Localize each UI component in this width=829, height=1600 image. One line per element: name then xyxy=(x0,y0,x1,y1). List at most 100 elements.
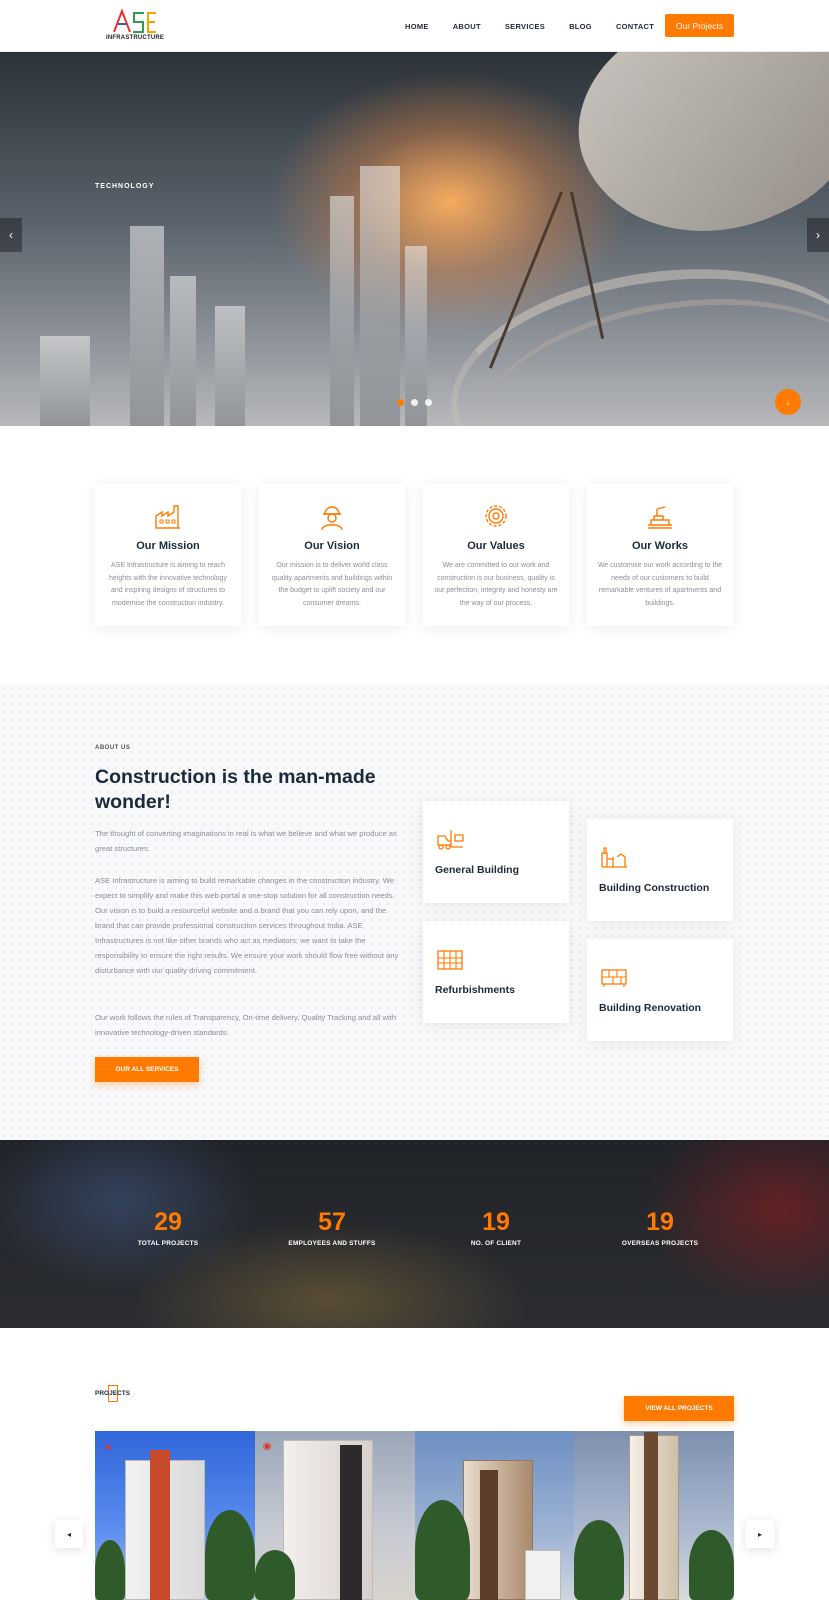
project-tree xyxy=(414,1500,470,1600)
card-title: Our Vision xyxy=(304,540,360,552)
arrow-down-icon: ↓ xyxy=(785,397,791,407)
card-title: Our Works xyxy=(631,540,689,552)
nav-about[interactable]: ABOUT xyxy=(453,22,481,31)
stat-label: NO. OF CLIENT xyxy=(470,1240,522,1247)
projects-next-button[interactable]: ▸ xyxy=(746,1520,774,1548)
project-building xyxy=(462,1460,533,1600)
service-card-building-construction[interactable]: Building Construction xyxy=(587,819,733,921)
stat-label: TOTAL PROJECTS xyxy=(137,1240,199,1247)
project-tree xyxy=(254,1550,295,1600)
site-logo[interactable]: INFRASTRUCTURE xyxy=(106,8,165,44)
service-card-building-renovation[interactable]: Building Renovation xyxy=(587,939,733,1041)
slider-prev-button[interactable]: ‹ xyxy=(0,218,22,252)
service-card-refurbishments[interactable]: Refurbishments xyxy=(423,921,569,1023)
scaffold-icon xyxy=(437,950,463,970)
stat-employees: 57 EMPLOYEES AND STUFFS xyxy=(259,1208,405,1247)
project-logo-icon: ◉ xyxy=(262,1441,272,1452)
stat-label: EMPLOYEES AND STUFFS xyxy=(288,1240,376,1247)
hero-building xyxy=(215,306,245,426)
project-tree xyxy=(95,1540,125,1600)
slider-dots xyxy=(397,399,432,406)
hero-building xyxy=(330,196,354,426)
card-title: Our Values xyxy=(467,540,525,552)
forklift-icon xyxy=(437,830,464,850)
stat-number: 19 xyxy=(646,1208,674,1236)
card-text: ASE Infrastructure is aiming to reach he… xyxy=(109,562,227,607)
stat-overseas: 19 OVERSEAS PROJECTS xyxy=(587,1208,733,1247)
slider-dot[interactable] xyxy=(397,399,404,406)
project-card[interactable] xyxy=(574,1431,734,1600)
about-label: ABOUT US xyxy=(95,745,131,751)
slider-dot[interactable] xyxy=(425,399,432,406)
card-text: Our mission is to deliver world class qu… xyxy=(271,562,393,607)
chevron-left-icon: ‹ xyxy=(9,228,13,242)
nav-contact[interactable]: CONTACT xyxy=(616,22,654,31)
our-projects-button[interactable]: Our Projects xyxy=(665,14,734,37)
view-all-projects-button[interactable]: VIEW ALL PROJECTS xyxy=(624,1396,734,1421)
caret-right-icon: ▸ xyxy=(757,1529,762,1539)
project-building xyxy=(524,1550,561,1600)
service-title: Refurbishments xyxy=(435,984,515,996)
crane-icon xyxy=(648,506,672,529)
projects-carousel: ▲ ◉ xyxy=(95,1431,734,1600)
project-tree xyxy=(574,1520,625,1600)
worker-icon xyxy=(321,506,343,531)
about-paragraph: Our work follows the rules of Transparen… xyxy=(95,1013,397,1037)
project-building-accent xyxy=(150,1450,170,1600)
project-card[interactable] xyxy=(414,1431,575,1600)
about-title: Construction is the man-made wonder! xyxy=(95,766,376,813)
logo-text: INFRASTRUCTURE xyxy=(106,35,165,41)
card-title: Our Mission xyxy=(136,540,200,552)
about-paragraph: ASE Infrastructure is aiming to build re… xyxy=(95,876,399,975)
card-text: We are committed to our work and constru… xyxy=(434,562,558,607)
card-text: We customise our work according to the n… xyxy=(597,562,723,607)
factory-icon xyxy=(155,505,180,529)
chevron-right-icon: › xyxy=(816,228,820,242)
slider-dot[interactable] xyxy=(411,399,418,406)
building-icon xyxy=(601,847,627,868)
stat-number: 29 xyxy=(154,1208,182,1236)
hero-slider: TECHNOLOGY ‹ › ↓ xyxy=(0,52,829,426)
logo-mark-icon xyxy=(113,8,156,33)
nav-home[interactable]: HOME xyxy=(405,22,429,31)
card-mission: Our Mission ASE Infrastructure is aiming… xyxy=(95,484,241,626)
stat-number: 19 xyxy=(482,1208,510,1236)
hero-building xyxy=(40,336,90,426)
values-cards: Our Mission ASE Infrastructure is aiming… xyxy=(95,484,733,626)
bricks-icon xyxy=(601,969,627,987)
project-building-accent xyxy=(479,1470,498,1600)
hero-label: TECHNOLOGY xyxy=(95,183,155,190)
service-card-general-building[interactable]: General Building xyxy=(423,801,569,903)
card-vision: Our Vision Our mission is to deliver wor… xyxy=(259,484,405,626)
slider-next-button[interactable]: › xyxy=(807,218,829,252)
projects-label: PROJECTS xyxy=(95,1390,131,1397)
stat-number: 57 xyxy=(318,1208,346,1236)
hero-building xyxy=(170,276,196,426)
about-paragraph: The thought of converting imaginations i… xyxy=(95,829,397,853)
project-card[interactable]: ◉ xyxy=(254,1431,415,1600)
project-building-accent xyxy=(339,1445,362,1600)
main-nav: HOME ABOUT SERVICES BLOG CONTACT xyxy=(405,0,678,52)
project-tree xyxy=(689,1530,734,1600)
project-logo-icon: ▲ xyxy=(103,1441,113,1452)
service-title: Building Construction xyxy=(599,882,710,894)
stat-label: OVERSEAS PROJECTS xyxy=(621,1240,699,1247)
hero-building xyxy=(360,166,400,426)
service-title: Building Renovation xyxy=(599,1002,702,1014)
project-tree xyxy=(205,1510,255,1600)
stat-total-projects: 29 TOTAL PROJECTS xyxy=(95,1208,241,1247)
nav-blog[interactable]: BLOG xyxy=(569,22,592,31)
site-header: INFRASTRUCTURE HOME ABOUT SERVICES BLOG … xyxy=(0,0,829,52)
scroll-down-button[interactable]: ↓ xyxy=(775,389,801,415)
stat-clients: 19 NO. OF CLIENT xyxy=(423,1208,569,1247)
caret-left-icon: ◂ xyxy=(66,1529,71,1539)
our-all-services-button[interactable]: OUR ALL SERVICES xyxy=(95,1057,199,1082)
project-building-accent xyxy=(644,1432,659,1600)
service-title: General Building xyxy=(435,864,520,876)
nav-services[interactable]: SERVICES xyxy=(505,22,545,31)
project-card[interactable]: ▲ xyxy=(95,1431,255,1600)
card-works: Our Works We customise our work accordin… xyxy=(587,484,733,626)
card-values: Our Values We are committed to our work … xyxy=(423,484,569,626)
projects-prev-button[interactable]: ◂ xyxy=(55,1520,83,1548)
hero-building xyxy=(130,226,164,426)
